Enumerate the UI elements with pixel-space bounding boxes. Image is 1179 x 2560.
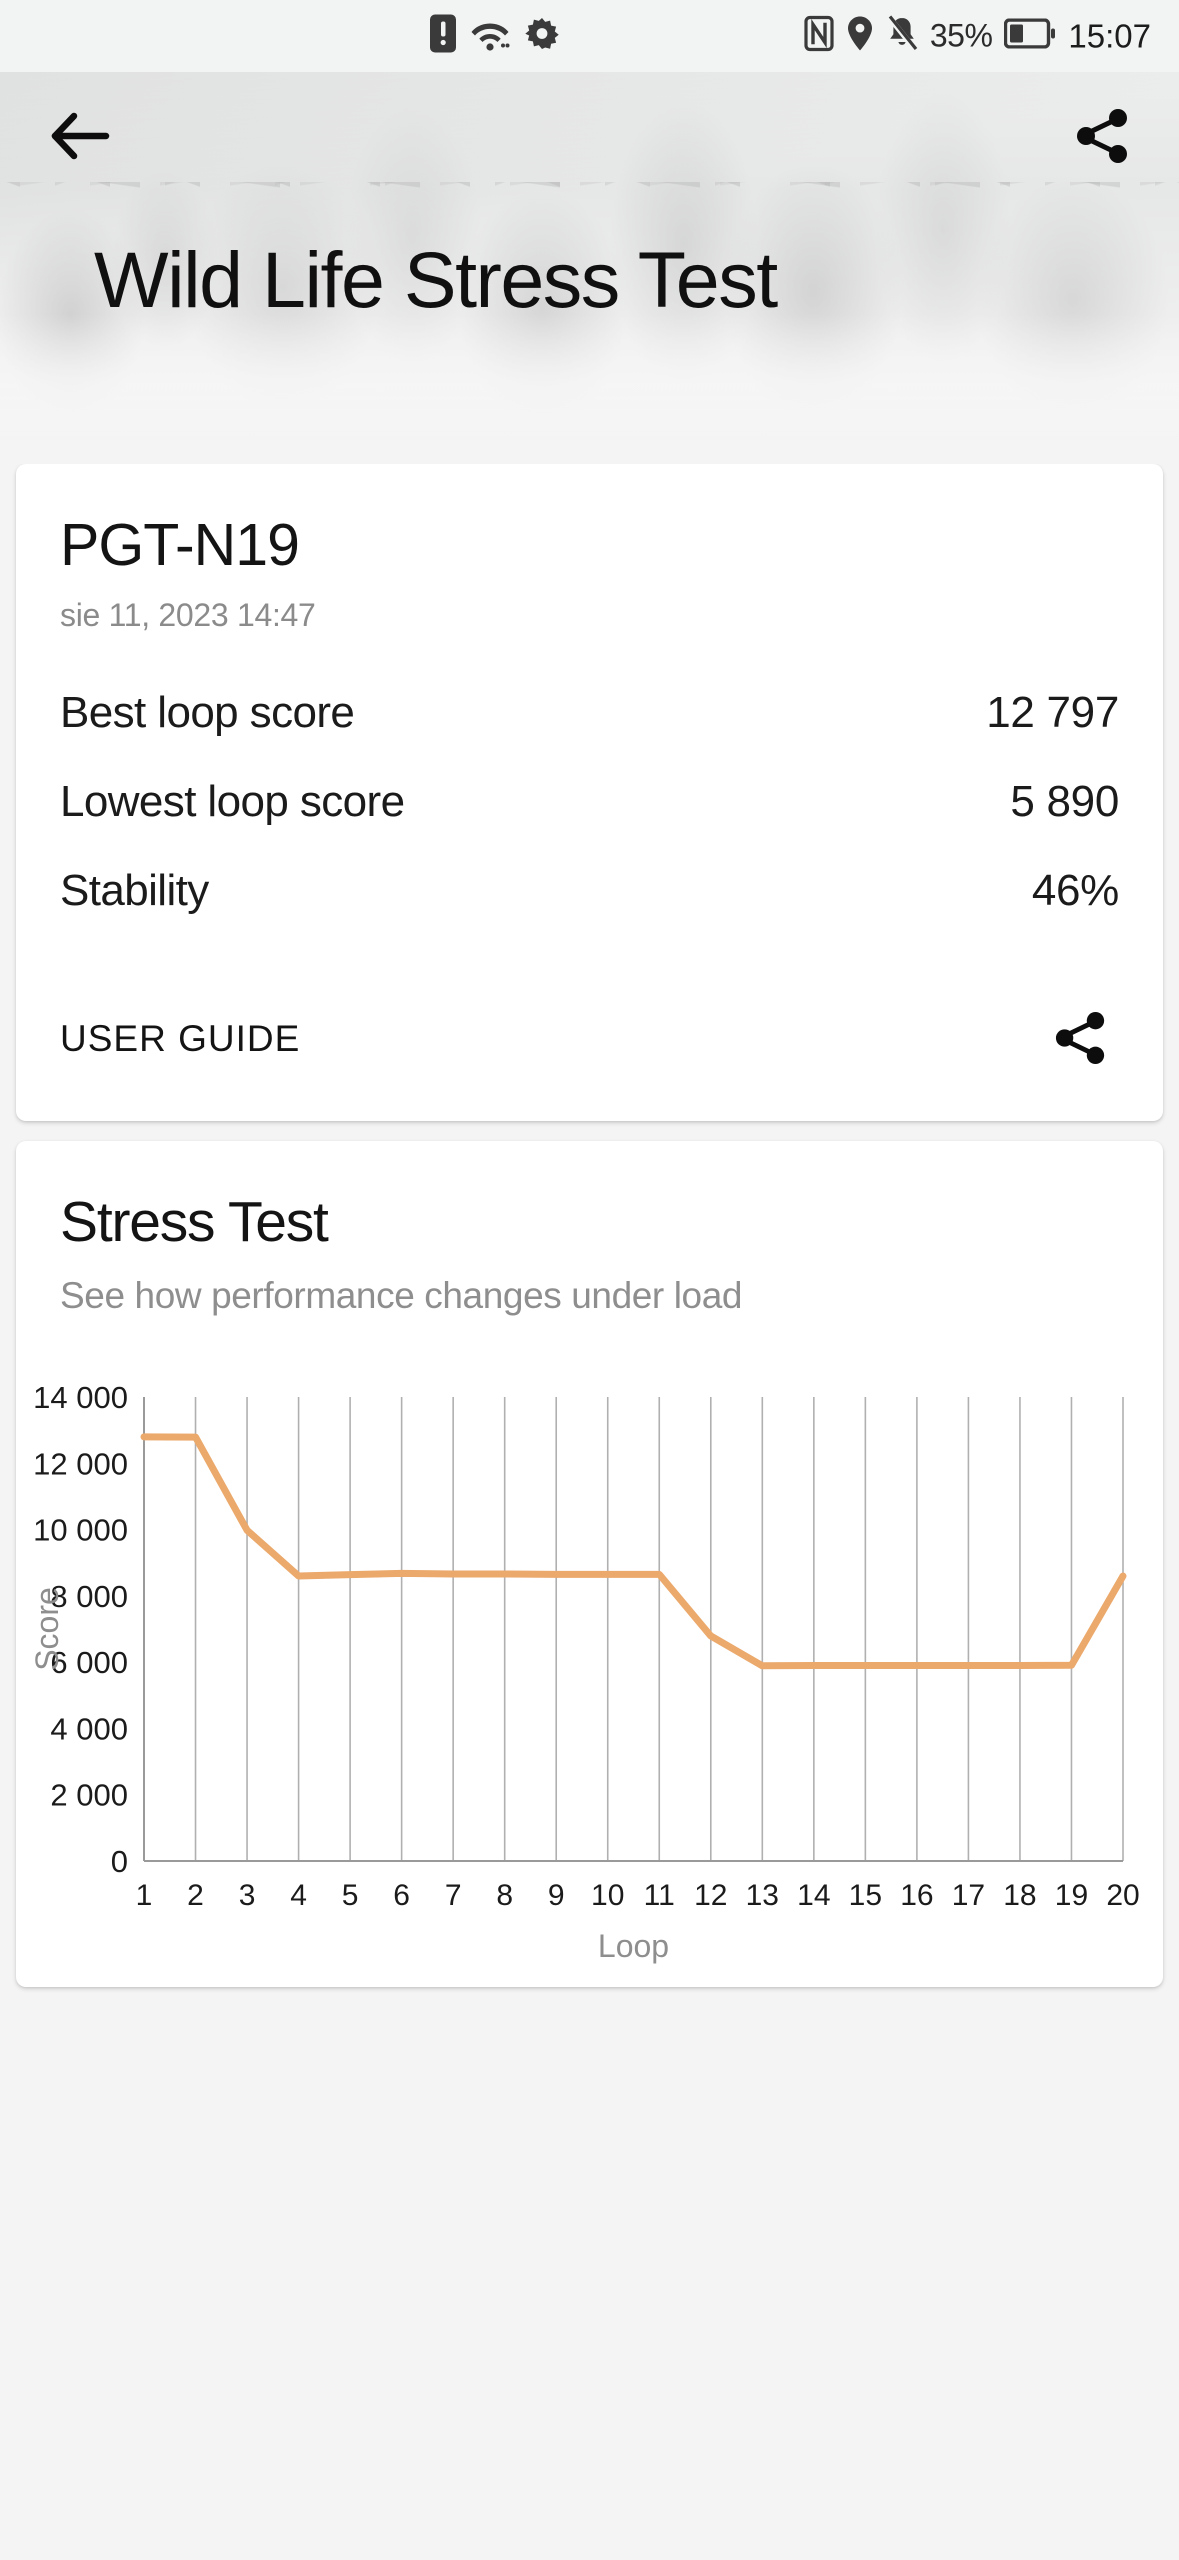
alert-icon (430, 14, 456, 58)
chart-y-axis-label: Score (29, 1587, 65, 1671)
score-value: 46% (1031, 866, 1119, 915)
chart-x-tick-label: 4 (290, 1879, 307, 1912)
back-button[interactable] (42, 99, 118, 175)
score-label: Best loop score (60, 688, 355, 737)
stress-test-chart: 02 000 4 000 6 000 8 000 10 000 12 000 14 000 1… (16, 1383, 1163, 1987)
stress-chart-svg: 02 0004 0006 0008 00010 00012 00014 0001… (29, 1383, 1140, 1964)
nfc-icon (804, 15, 834, 57)
mute-bell-icon (886, 15, 918, 57)
user-guide-button[interactable]: USER GUIDE (60, 1018, 300, 1060)
chart-y-tick-label: 12 000 (33, 1446, 128, 1481)
score-label: Stability (60, 866, 209, 915)
stress-test-card: Stress Test See how performance changes … (16, 1141, 1163, 1987)
chart-x-tick-label: 3 (239, 1879, 256, 1912)
battery-percent-label: 35% (929, 17, 993, 54)
chart-x-tick-label: 5 (342, 1879, 359, 1912)
share-icon (1075, 107, 1131, 168)
chart-x-tick-label: 14 (797, 1879, 830, 1912)
hero-toolbar (0, 72, 1179, 202)
chart-x-tick-label: 17 (952, 1879, 985, 1912)
result-card-actions: USER GUIDE (16, 965, 1163, 1121)
chart-x-axis-label: Loop (598, 1928, 669, 1964)
settings-gear-icon (524, 16, 560, 57)
battery-icon (1004, 18, 1056, 54)
share-result-button[interactable] (1043, 1001, 1119, 1077)
score-row: Lowest loop score 5 890 (60, 757, 1119, 846)
page-title: Wild Life Stress Test (94, 235, 778, 324)
chart-x-tick-label: 6 (393, 1879, 410, 1912)
status-bar-clock: 15:07 (1068, 17, 1151, 54)
chart-x-tick-label: 2 (187, 1879, 204, 1912)
chart-x-tick-label: 12 (694, 1879, 727, 1912)
chart-x-tick-label: 18 (1003, 1879, 1036, 1912)
result-card-body: PGT-N19 sie 11, 2023 14:47 Best loop sco… (16, 464, 1163, 965)
chart-y-tick-label: 0 (111, 1844, 128, 1879)
chart-x-tick-label: 15 (849, 1879, 882, 1912)
wifi-icon (470, 15, 510, 58)
chart-x-tick-label: 13 (746, 1879, 779, 1912)
main-content: PGT-N19 sie 11, 2023 14:47 Best loop sco… (0, 464, 1179, 1987)
score-row: Best loop score 12 797 (60, 668, 1119, 757)
score-row: Stability 46% (60, 846, 1119, 935)
stress-test-title: Stress Test (60, 1190, 329, 1254)
score-value: 5 890 (1010, 777, 1119, 826)
chart-x-tick-label: 16 (900, 1879, 933, 1912)
hero-header: Wild Life Stress Test (0, 72, 1179, 464)
stress-test-subtitle: See how performance changes under load (60, 1274, 743, 1316)
status-bar: 35% 15:07 (0, 0, 1179, 72)
chart-y-tick-label: 14 000 (33, 1383, 128, 1415)
chart-x-tick-label: 1 (136, 1879, 153, 1912)
share-icon (1054, 1010, 1108, 1069)
status-bar-right-group: 35% 15:07 (804, 15, 1151, 57)
chart-series-line (140, 1433, 1127, 1670)
chart-x-tick-label: 8 (496, 1879, 513, 1912)
chart-x-tick-label: 20 (1106, 1879, 1139, 1912)
status-bar-left-icons (430, 14, 560, 58)
share-header-button[interactable] (1065, 99, 1141, 175)
chart-x-tick-label: 11 (644, 1879, 675, 1912)
chart-y-tick-label: 4 000 (50, 1711, 128, 1746)
chart-x-tick-label: 19 (1055, 1879, 1088, 1912)
location-icon (846, 16, 874, 57)
back-arrow-icon (50, 110, 110, 165)
chart-x-tick-label: 9 (548, 1879, 565, 1912)
score-value: 12 797 (986, 688, 1119, 737)
chart-x-tick-label: 10 (591, 1879, 624, 1912)
chart-y-tick-label: 2 000 (50, 1778, 128, 1813)
chart-x-tick-label: 7 (445, 1879, 462, 1912)
chart-y-tick-label: 10 000 (33, 1512, 128, 1547)
result-card: PGT-N19 sie 11, 2023 14:47 Best loop sco… (16, 464, 1163, 1121)
score-label: Lowest loop score (60, 777, 405, 826)
result-timestamp: sie 11, 2023 14:47 (60, 597, 316, 633)
device-name: PGT-N19 (60, 512, 300, 578)
